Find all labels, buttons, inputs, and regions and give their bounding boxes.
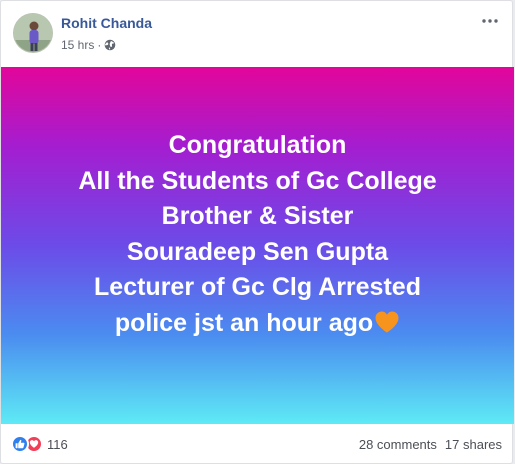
engagement-stats: 28 comments 17 shares <box>359 437 502 452</box>
meta-separator: · <box>97 38 102 52</box>
avatar[interactable] <box>13 13 53 53</box>
reactions-summary[interactable]: 116 <box>11 435 68 453</box>
post-meta: 15 hrs · <box>61 38 116 52</box>
more-horizontal-icon[interactable] <box>478 11 502 31</box>
comments-count-link[interactable]: 28 comments <box>359 437 437 452</box>
timestamp[interactable]: 15 hrs <box>61 38 94 52</box>
post-header: Rohit Chanda 15 hrs · <box>1 1 512 67</box>
banner-line-4: Souradeep Sen Gupta <box>126 237 389 266</box>
banner-line-1: Congratulation <box>168 131 347 159</box>
post-footer: 116 28 comments 17 shares <box>1 424 512 464</box>
banner-line-2: All the Students of Gc College <box>78 166 437 195</box>
author-name[interactable]: Rohit Chanda <box>61 15 152 31</box>
globe-icon[interactable] <box>104 39 116 51</box>
orange-heart-emoji <box>374 309 400 333</box>
banner-line-3: Brother & Sister <box>161 202 354 230</box>
avatar-image <box>14 14 52 52</box>
banner-line-6-wrap: police jst an hour ago <box>115 306 400 342</box>
banner-line-5: Lecturer of Gc Clg Arrested <box>94 273 421 301</box>
banner-line-6: police jst an hour ago <box>114 308 374 337</box>
like-icon <box>11 435 29 453</box>
post-card: Rohit Chanda 15 hrs · Congratulation All… <box>0 0 514 464</box>
reaction-count: 116 <box>47 436 68 452</box>
post-text-banner: Congratulation All the Students of Gc Co… <box>1 67 514 424</box>
shares-count-link[interactable]: 17 shares <box>445 437 502 452</box>
